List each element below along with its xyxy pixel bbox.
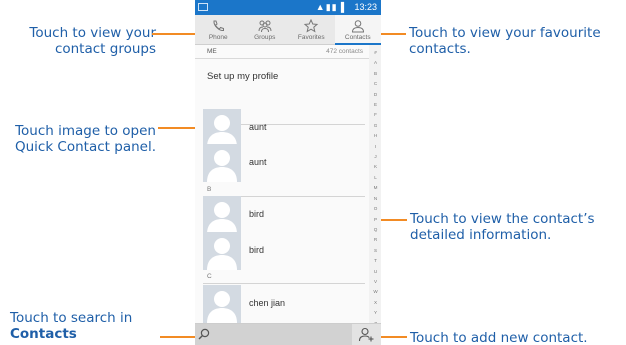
index-letter[interactable]: K	[370, 162, 381, 172]
contact-name: aunt	[249, 157, 267, 167]
screenshot-notification-icon	[198, 3, 208, 11]
callout-search-bold: Contacts	[10, 326, 77, 342]
index-letter[interactable]: V	[370, 277, 381, 287]
callout-favourites-text: Touch to view your favourite contacts.	[409, 25, 601, 57]
tab-phone[interactable]: Phone	[195, 15, 242, 44]
contact-name: bird	[249, 209, 265, 219]
default-avatar-icon	[203, 144, 241, 182]
callout-favourites: Touch to view your favourite contacts.	[409, 25, 609, 57]
index-letter[interactable]: X	[370, 298, 381, 308]
index-letter[interactable]: F	[370, 110, 381, 120]
index-letter[interactable]: J	[370, 152, 381, 162]
index-letter[interactable]: L	[370, 173, 381, 183]
person-icon	[351, 20, 364, 33]
contact-row-aunt-1[interactable]: aunt	[203, 109, 369, 147]
contact-name: aunt	[249, 122, 267, 132]
contact-avatar[interactable]	[203, 285, 241, 323]
index-letter[interactable]: I	[370, 142, 381, 152]
index-letter[interactable]: D	[370, 90, 381, 100]
index-letter[interactable]: W	[370, 287, 381, 297]
contact-avatar[interactable]	[203, 109, 241, 147]
groups-icon	[258, 20, 272, 33]
contact-row-chen-jian[interactable]: chen jian	[203, 285, 369, 323]
phone-screen: ▲▮▮▐ 13:23 Phone Groups Favorites Contac…	[195, 0, 381, 345]
index-letter[interactable]: G	[370, 121, 381, 131]
index-letter[interactable]: T	[370, 256, 381, 266]
callout-contact-groups-text: Touch to view your contact groups	[29, 25, 156, 57]
callout-add-contact-text: Touch to add new contact.	[410, 330, 588, 345]
callout-details: Touch to view the contact’s detailed inf…	[410, 211, 624, 243]
index-letter[interactable]: U	[370, 267, 381, 277]
tab-groups[interactable]: Groups	[242, 15, 289, 44]
index-letter[interactable]: M	[370, 183, 381, 193]
contact-count: 472 contacts	[326, 48, 363, 55]
status-time: 13:23	[354, 2, 377, 12]
callout-quick-contact: Touch image to open Quick Contact panel.	[0, 123, 156, 155]
contact-avatar[interactable]	[203, 144, 241, 182]
index-letter[interactable]: A	[370, 58, 381, 68]
section-header-c: C	[207, 273, 212, 280]
setup-profile-item[interactable]: Set up my profile	[207, 71, 278, 82]
callout-details-text: Touch to view the contact’s detailed inf…	[410, 211, 595, 243]
index-letter[interactable]: O	[370, 204, 381, 214]
callout-quick-contact-text: Touch image to open Quick Contact panel.	[14, 123, 156, 155]
index-letter[interactable]: E	[370, 100, 381, 110]
index-letter[interactable]: N	[370, 194, 381, 204]
tab-contacts-label: Contacts	[344, 34, 371, 41]
index-letter[interactable]: B	[370, 69, 381, 79]
tab-contacts[interactable]: Contacts	[334, 15, 381, 45]
tab-phone-label: Phone	[208, 34, 228, 41]
alphabet-index-scroller[interactable]: #ABCDEFGHIJKLMNOPQRSTUVWXYZ#	[370, 48, 381, 336]
section-divider-c	[203, 283, 365, 284]
default-avatar-icon	[203, 196, 241, 234]
index-letter[interactable]: R	[370, 235, 381, 245]
index-letter[interactable]: #	[370, 48, 381, 58]
callout-search: Touch to search in Contacts	[10, 310, 170, 342]
index-letter[interactable]: Q	[370, 225, 381, 235]
tab-bar: Phone Groups Favorites Contacts	[195, 15, 381, 45]
contact-name: chen jian	[249, 298, 286, 308]
callout-search-text: Touch to search in	[10, 310, 133, 326]
search-button[interactable]	[195, 324, 352, 345]
index-letter[interactable]: P	[370, 215, 381, 225]
index-letter[interactable]: C	[370, 79, 381, 89]
section-header-b: B	[207, 186, 212, 193]
me-header: ME 472 contacts	[195, 45, 369, 59]
signal-battery-icons: ▲▮▮▐	[315, 2, 345, 12]
contact-row-bird-1[interactable]: bird	[203, 196, 369, 234]
index-letter[interactable]: S	[370, 246, 381, 256]
me-label: ME	[207, 48, 217, 55]
tab-groups-label: Groups	[254, 34, 276, 41]
index-letter[interactable]: H	[370, 131, 381, 141]
contact-avatar[interactable]	[203, 232, 241, 270]
search-icon	[198, 328, 210, 340]
default-avatar-icon	[203, 109, 241, 147]
callout-add-contact: Touch to add new contact.	[410, 330, 624, 345]
bottom-action-bar	[195, 323, 381, 345]
callout-contact-groups: Touch to view your contact groups	[6, 25, 156, 57]
tab-favorites-label: Favorites	[297, 34, 325, 41]
default-avatar-icon	[203, 285, 241, 323]
default-avatar-icon	[203, 232, 241, 270]
phone-icon	[213, 20, 225, 32]
tab-favorites[interactable]: Favorites	[288, 15, 335, 44]
add-contact-icon[interactable]	[358, 327, 374, 342]
status-bar: ▲▮▮▐ 13:23	[195, 0, 381, 15]
contact-row-bird-2[interactable]: bird	[203, 232, 369, 270]
star-icon	[304, 19, 319, 33]
contact-avatar[interactable]	[203, 196, 241, 234]
contact-name: bird	[249, 245, 265, 255]
contact-list: ME 472 contacts Set up my profile A aunt…	[195, 45, 369, 323]
index-letter[interactable]: Y	[370, 308, 381, 318]
contact-row-aunt-2[interactable]: aunt	[203, 144, 369, 182]
